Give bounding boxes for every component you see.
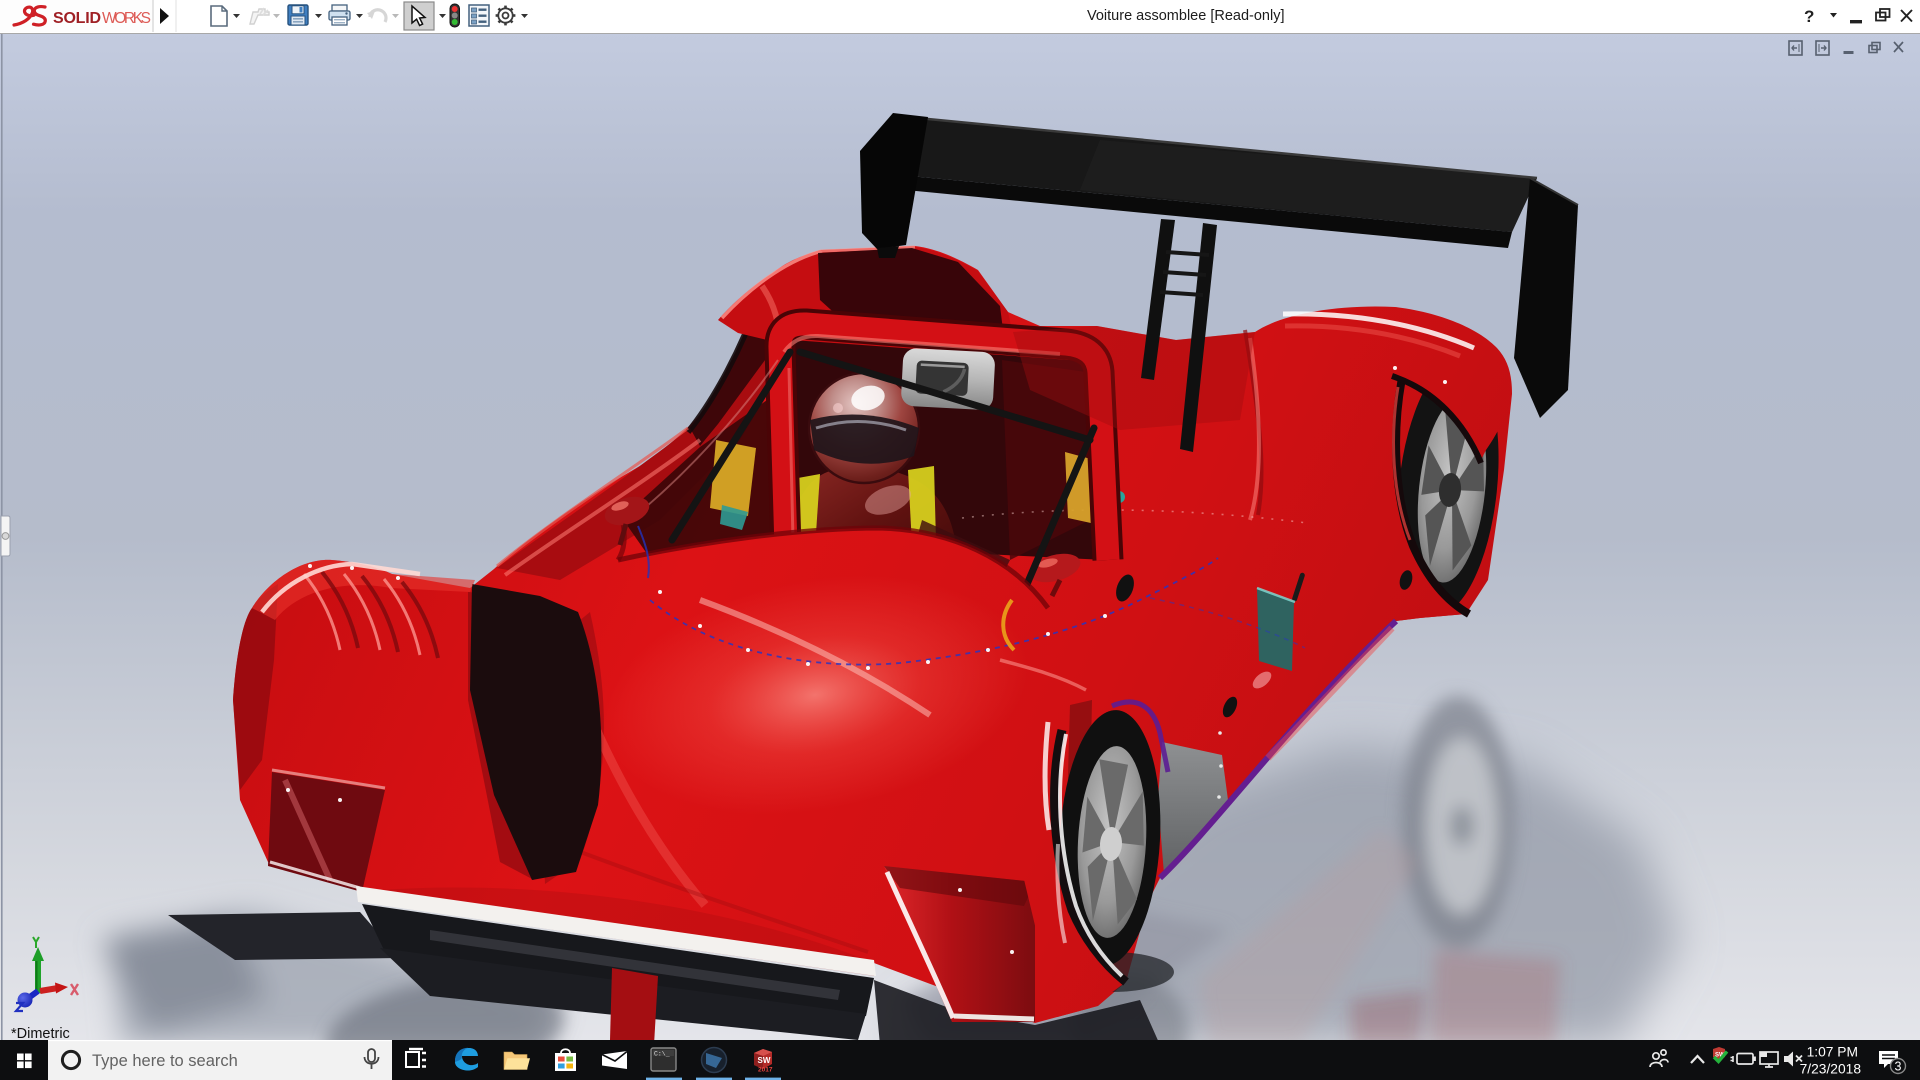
svg-text:C:\_: C:\_ — [654, 1051, 670, 1058]
svg-text:2017: 2017 — [758, 1067, 773, 1074]
svg-text:3: 3 — [1895, 1060, 1902, 1074]
svg-text:*Dimetric: *Dimetric — [11, 1026, 70, 1040]
svg-text:SW: SW — [758, 1056, 771, 1065]
svg-text:Type here to search: Type here to search — [92, 1052, 238, 1070]
svg-text:WORKS: WORKS — [102, 10, 151, 27]
svg-text:SOLID: SOLID — [53, 10, 101, 27]
svg-text:7/23/2018: 7/23/2018 — [1800, 1062, 1862, 1077]
svg-text:1:07 PM: 1:07 PM — [1807, 1045, 1858, 1060]
svg-text:?: ? — [1804, 7, 1814, 26]
